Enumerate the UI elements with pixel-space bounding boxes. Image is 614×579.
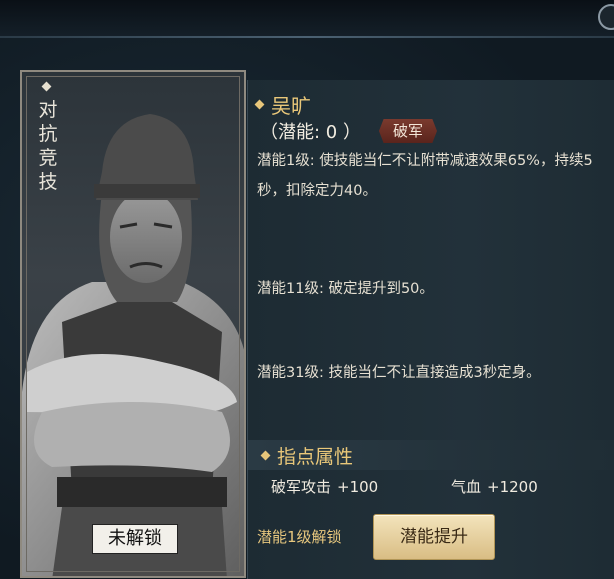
stat-value: +100	[337, 478, 379, 496]
diamond-icon	[260, 450, 271, 461]
hero-portrait-card[interactable]: 对抗竞技 未解锁	[20, 70, 246, 578]
unlock-hint: 潜能1级解锁	[257, 528, 342, 546]
potential-desc-1: 潜能1级: 使技能当仁不让附带减速效果65%，持续5秒，扣除定力40。	[257, 153, 593, 199]
upgrade-potential-button[interactable]: 潜能提升	[373, 514, 495, 560]
potential-row: （潜能: 0 ） 破军	[260, 118, 437, 144]
lock-status-badge: 未解锁	[92, 524, 178, 554]
attribute-title: 指点属性	[277, 446, 354, 468]
stat-attack: 破军攻击 +100	[271, 476, 378, 497]
stat-label: 气血	[451, 478, 482, 496]
potential-level: （潜能: 0 ）	[260, 122, 361, 143]
diamond-icon	[254, 99, 265, 110]
hero-info-panel: 吴旷 （潜能: 0 ） 破军 潜能1级: 使技能当仁不让附带减速效果65%，持续…	[247, 80, 614, 579]
top-bar	[0, 0, 614, 36]
faction-badge: 破军	[378, 119, 437, 143]
mode-tag: 对抗竞技	[38, 99, 58, 193]
potential-desc-11: 潜能11级: 破定提升到50。	[257, 281, 434, 297]
attribute-title-row: 指点属性	[260, 442, 354, 469]
potential-desc-31: 潜能31级: 技能当仁不让直接造成3秒定身。	[257, 365, 541, 381]
hero-name: 吴旷	[271, 94, 311, 118]
stat-label: 破军攻击	[271, 478, 332, 496]
hero-name-row: 吴旷	[254, 90, 311, 119]
stat-value: +1200	[487, 478, 538, 496]
stat-hp: 气血 +1200	[451, 476, 538, 497]
